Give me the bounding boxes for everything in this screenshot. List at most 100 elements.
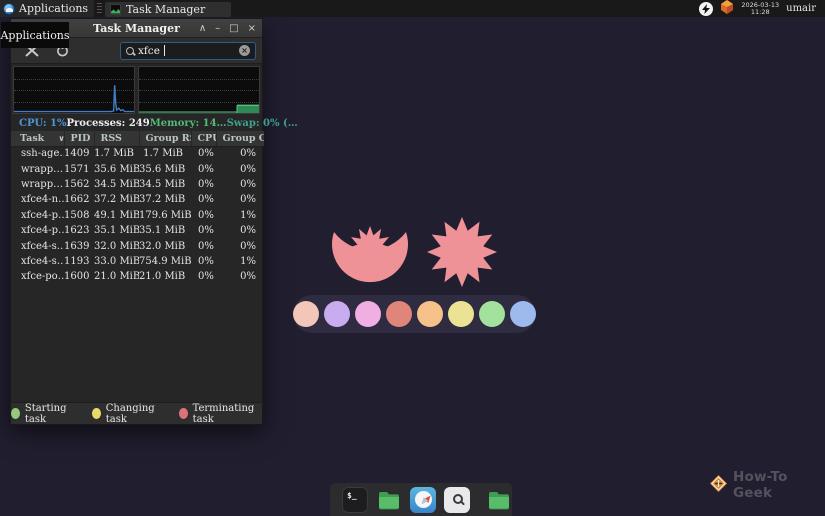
table-row[interactable]: ssh-age…1409 1.7 MiB 1.7 MiB 0% 0% xyxy=(11,146,264,161)
table-cell: 0% xyxy=(198,148,214,160)
color-swatch[interactable] xyxy=(448,301,474,327)
table-row[interactable]: xfce-po… 1600 21.0 MiB 21.0 MiB 0% 0% xyxy=(11,269,264,284)
starting-task-dot-icon xyxy=(11,408,20,419)
column-header-rss[interactable]: RSS xyxy=(93,131,139,147)
status-legend: Starting task Changing task Terminating … xyxy=(11,402,262,425)
legend-changing-task: Changing task xyxy=(91,403,165,425)
table-cell: xfce4-s… xyxy=(21,255,64,267)
search-icon xyxy=(126,46,134,55)
cpu-graph xyxy=(13,66,135,114)
task-manager-window: Task Manager ∧ – □ × xfce × CPU: 1% Proc… xyxy=(10,18,298,425)
clock[interactable]: 2026-03-13 11:28 xyxy=(741,1,779,16)
color-swatch[interactable] xyxy=(324,301,350,327)
table-row[interactable]: xfce4-s… 1193 33.0 MiB 754.9 MiB 0% 1% xyxy=(11,254,264,269)
table-row[interactable]: xfce4-n… 1662 37.2 MiB 37.2 MiB 0% 0% xyxy=(11,192,264,207)
process-table-body: ssh-age…14091.7 MiB1.7 MiB0%0%wrapp…1571… xyxy=(11,146,264,285)
column-header-group-rss[interactable]: Group RSS xyxy=(138,131,191,147)
color-swatch[interactable] xyxy=(293,301,319,327)
web-browser-icon[interactable] xyxy=(410,486,436,513)
table-cell: 1193 xyxy=(64,255,90,267)
color-swatch[interactable] xyxy=(417,301,443,327)
maximize-button[interactable]: □ xyxy=(229,19,238,38)
table-cell: 0% xyxy=(240,163,256,175)
close-button[interactable]: × xyxy=(248,19,256,38)
table-cell: 0% xyxy=(240,178,256,190)
folder-icon[interactable] xyxy=(486,487,512,513)
applications-menu-label: Applications xyxy=(19,2,89,15)
text-cursor xyxy=(163,45,165,56)
table-row[interactable]: xfce4-p… 1623 35.1 MiB 35.1 MiB 0% 0% xyxy=(11,223,264,238)
color-swatch[interactable] xyxy=(386,301,412,327)
clear-search-icon[interactable]: × xyxy=(239,45,250,56)
table-cell: 35.6 MiB xyxy=(94,163,139,175)
clock-time: 11:28 xyxy=(750,7,770,16)
window-controls: ∧ – □ × xyxy=(199,19,256,38)
panel-tray: 2026-03-13 11:28 umair xyxy=(699,0,825,18)
memory-stat: Memory: 14… xyxy=(149,118,227,129)
table-cell: 179.6 MiB xyxy=(139,209,191,221)
table-cell: 0% xyxy=(198,240,214,252)
updates-gem-icon[interactable] xyxy=(720,0,734,18)
table-cell: 1600 xyxy=(64,271,90,283)
app-finder-icon[interactable] xyxy=(444,486,470,513)
table-cell: 1% xyxy=(240,209,256,221)
table-row[interactable]: wrapp… 1562 34.5 MiB 34.5 MiB 0% 0% xyxy=(11,177,264,192)
table-cell: xfce-po… xyxy=(21,271,64,283)
table-cell: xfce4-n… xyxy=(21,194,64,206)
column-header-group-cpu[interactable]: Group CPU xyxy=(215,131,264,147)
table-cell: 0% xyxy=(198,209,214,221)
table-cell: 49.1 MiB xyxy=(94,209,139,221)
table-cell: 0% xyxy=(240,225,256,237)
usage-graphs xyxy=(11,64,262,116)
file-manager-icon[interactable] xyxy=(376,487,402,513)
table-cell: 1623 xyxy=(64,225,90,237)
minimize-button[interactable]: – xyxy=(215,19,220,38)
howtogeek-watermark: How-To Geek xyxy=(710,469,825,501)
color-swatch[interactable] xyxy=(355,301,381,327)
column-header-task[interactable]: Task ∨ xyxy=(11,131,64,147)
top-panel: Applications Task Manager 2026-03-13 11:… xyxy=(0,0,825,17)
applications-tooltip: Applications xyxy=(0,22,70,48)
table-cell: 1% xyxy=(240,255,256,267)
table-cell: 1.7 MiB xyxy=(94,148,134,160)
shade-button[interactable]: ∧ xyxy=(199,19,206,38)
table-row[interactable]: xfce4-s… 1639 32.0 MiB 32.0 MiB 0% 0% xyxy=(11,238,264,253)
table-cell: 0% xyxy=(240,194,256,206)
table-cell: 0% xyxy=(198,178,214,190)
table-cell: ssh-age… xyxy=(21,148,64,160)
panel-grip-handle[interactable] xyxy=(97,2,103,15)
power-manager-icon[interactable] xyxy=(699,1,714,16)
username-menu[interactable]: umair xyxy=(786,3,816,14)
terminal-icon[interactable]: $_ xyxy=(342,486,368,513)
legend-starting-task: Starting task xyxy=(11,403,78,425)
process-table: Task∨ PID RSS Group RSS CPU Group CPU ss… xyxy=(11,131,264,285)
table-cell: xfce4-s… xyxy=(21,240,64,252)
table-cell: 1508 xyxy=(64,209,90,221)
column-header-pid[interactable]: PID xyxy=(63,131,94,147)
table-cell: 35.1 MiB xyxy=(139,225,186,237)
table-row[interactable]: xfce4-p… 1508 49.1 MiB 179.6 MiB 0% 1% xyxy=(11,208,264,223)
table-cell: 34.5 MiB xyxy=(94,178,139,190)
table-cell: 1662 xyxy=(64,194,90,206)
table-cell: wrapp… xyxy=(21,178,64,190)
color-swatch[interactable] xyxy=(510,301,536,327)
taskbar-item-label: Task Manager xyxy=(126,2,206,16)
color-swatch[interactable] xyxy=(479,301,505,327)
table-cell: 32.0 MiB xyxy=(94,240,139,252)
table-cell: 0% xyxy=(198,255,214,267)
column-header-cpu[interactable]: CPU xyxy=(190,131,216,147)
stats-bar: CPU: 1% Processes: 249 Memory: 14… Swap:… xyxy=(11,116,298,131)
table-cell: 1571 xyxy=(64,163,90,175)
table-cell: 33.0 MiB xyxy=(94,255,139,267)
table-cell: wrapp… xyxy=(21,163,64,175)
applications-menu-button[interactable]: Applications xyxy=(0,0,95,17)
table-row[interactable]: wrapp… 1571 35.6 MiB 35.6 MiB 0% 0% xyxy=(11,161,264,176)
table-cell: 1.7 MiB xyxy=(143,148,183,160)
search-input[interactable]: xfce × xyxy=(120,41,256,60)
table-cell: 35.1 MiB xyxy=(94,225,139,237)
table-cell: 0% xyxy=(240,148,256,160)
table-cell: 21.0 MiB xyxy=(94,271,139,283)
taskbar-item-task-manager[interactable]: Task Manager xyxy=(105,1,232,17)
table-cell: 34.5 MiB xyxy=(139,178,186,190)
memory-graph xyxy=(138,66,260,114)
